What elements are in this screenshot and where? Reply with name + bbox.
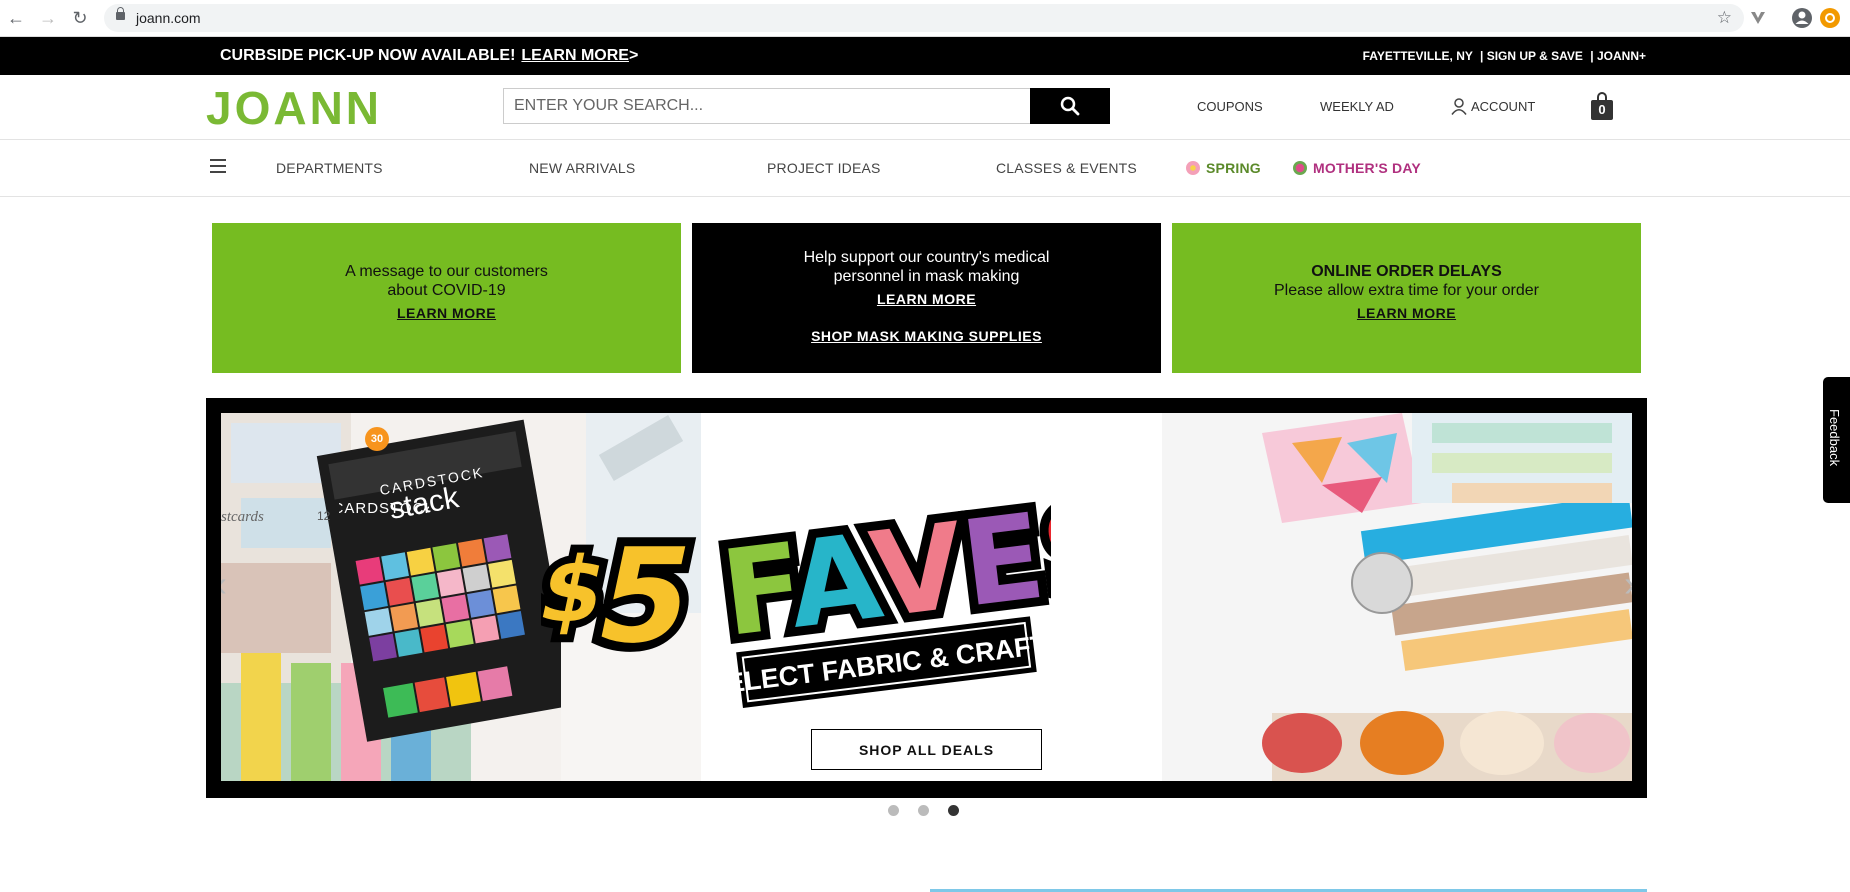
search-button[interactable] [1030, 88, 1110, 124]
joann-plus-link[interactable]: | JOANN+ [1590, 49, 1646, 63]
cards-number: 12 [317, 509, 331, 523]
order-delays-line1: Please allow extra time for your order [1274, 282, 1539, 299]
nav-project-ideas[interactable]: PROJECT IDEAS [767, 160, 881, 176]
signup-link[interactable]: | SIGN UP & SAVE [1480, 49, 1583, 63]
store-location-link[interactable]: FAYETTEVILLE, NY [1363, 49, 1473, 63]
five-faves-logo: $ $ 5 5 FAVES FAVES SELECT FABRIC & CRAF… [541, 467, 1051, 708]
nav-mothers-day[interactable]: MOTHER'S DAY [1293, 160, 1421, 176]
carousel-dot-1[interactable] [888, 805, 899, 816]
order-delays-title: ONLINE ORDER DELAYS [1311, 263, 1502, 280]
feedback-label: Feedback [1827, 409, 1842, 467]
nav-spring-label: SPRING [1206, 160, 1261, 176]
carousel-dot-3[interactable] [948, 805, 959, 816]
back-icon[interactable]: ← [6, 8, 26, 28]
promo-bar: CURBSIDE PICK-UP NOW AVAILABLE! LEARN MOR… [0, 37, 1850, 75]
url-text: joann.com [136, 10, 201, 26]
feedback-tab[interactable]: Feedback [1823, 377, 1850, 503]
order-delays-box: ONLINE ORDER DELAYS Please allow extra t… [1172, 223, 1641, 373]
craft-supplies-right-image [1162, 413, 1632, 781]
cart-button[interactable]: 0 [1591, 92, 1613, 120]
extension-orange-icon[interactable] [1820, 8, 1840, 28]
search-form [503, 88, 1110, 124]
forward-icon[interactable]: → [38, 8, 58, 28]
hamburger-menu-icon[interactable] [210, 159, 226, 173]
address-bar[interactable]: joann.com ☆ [104, 4, 1744, 32]
search-icon [1060, 96, 1080, 116]
shop-all-deals-button[interactable]: SHOP ALL DEALS [811, 729, 1042, 770]
mask-line1: Help support our country's medical [803, 249, 1050, 266]
promo-right-links: FAYETTEVILLE, NY | SIGN UP & SAVE | JOAN… [1359, 49, 1646, 63]
search-input[interactable] [503, 88, 1031, 124]
browser-toolbar: ← → ↻ joann.com ☆ [0, 0, 1850, 37]
mothers-day-flower-icon [1293, 161, 1307, 175]
weekly-ad-link[interactable]: WEEKLY AD [1320, 99, 1394, 114]
cart-count: 0 [1591, 100, 1613, 120]
covid-learn-more-link[interactable]: LEARN MORE [397, 305, 496, 321]
carousel-next-arrow[interactable]: › [1624, 563, 1632, 605]
nav-classes-events[interactable]: CLASSES & EVENTS [996, 160, 1137, 176]
mask-line2: personnel in mask making [833, 268, 1020, 285]
joann-logo[interactable]: JOANN [206, 85, 382, 131]
curbside-text: CURBSIDE PICK-UP NOW AVAILABLE! [220, 47, 516, 64]
nav-mothers-day-label: MOTHER'S DAY [1313, 160, 1421, 176]
covid-line2: about COVID-19 [387, 282, 506, 299]
covid-message-box: A message to our customers about COVID-1… [212, 223, 681, 373]
faves-letter-v: V [864, 497, 971, 645]
site-header: JOANN COUPONS WEEKLY AD ACCOUNT 0 [0, 75, 1850, 140]
cardstock-count-badge: 30 [365, 427, 389, 451]
shop-mask-supplies-link[interactable]: SHOP MASK MAKING SUPPLIES [811, 328, 1042, 344]
carousel-prev-arrow[interactable]: ‹ [221, 563, 227, 605]
account-link[interactable]: ACCOUNT [1471, 99, 1535, 114]
nav-new-arrivals[interactable]: NEW ARRIVALS [529, 160, 635, 176]
account-icon[interactable] [1451, 98, 1467, 115]
bookmark-star-icon[interactable]: ☆ [1717, 8, 1732, 28]
profile-icon[interactable] [1792, 8, 1812, 28]
reload-icon[interactable]: ↻ [70, 8, 90, 28]
mask-learn-more-link[interactable]: LEARN MORE [877, 291, 976, 307]
spring-flower-icon [1186, 161, 1200, 175]
carousel-dot-2[interactable] [918, 805, 929, 816]
curbside-learn-more-link[interactable]: LEARN MORE [521, 47, 629, 64]
main-nav: DEPARTMENTS NEW ARRIVALS PROJECT IDEAS C… [0, 140, 1850, 197]
nav-departments[interactable]: DEPARTMENTS [276, 160, 383, 176]
covid-line1: A message to our customers [345, 263, 548, 280]
mask-making-box: Help support our country's medical perso… [692, 223, 1161, 373]
curbside-arrow: > [628, 47, 639, 64]
coupons-link[interactable]: COUPONS [1197, 99, 1263, 114]
order-delays-learn-more-link[interactable]: LEARN MORE [1357, 305, 1456, 321]
nav-spring[interactable]: SPRING [1186, 160, 1261, 176]
hero-carousel: CARDSTOCK CARDSTOCK stack 30 stcards 12 [206, 398, 1647, 798]
cards-label: stcards [221, 509, 264, 525]
extension-icon[interactable] [1748, 8, 1768, 28]
hero-slide[interactable]: CARDSTOCK CARDSTOCK stack 30 stcards 12 [221, 413, 1632, 781]
curbside-message: CURBSIDE PICK-UP NOW AVAILABLE! LEARN MOR… [220, 47, 638, 65]
lock-icon [116, 7, 125, 20]
